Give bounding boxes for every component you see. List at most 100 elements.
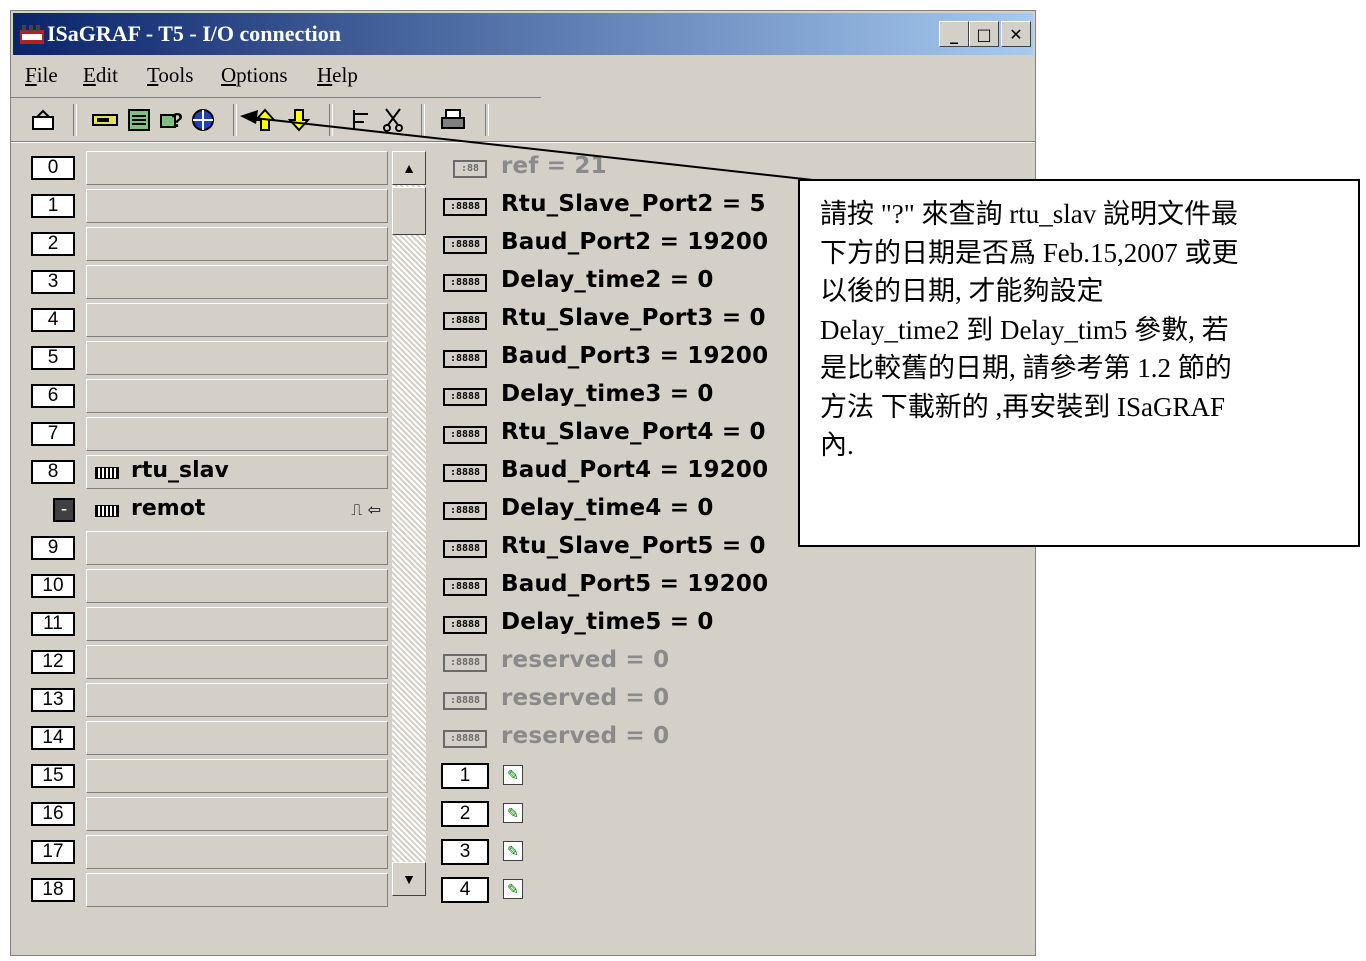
channel-number[interactable]: 1 xyxy=(441,763,489,789)
help-query-icon[interactable]: ? xyxy=(159,106,187,134)
edit-icon[interactable]: ✎ xyxy=(503,803,523,823)
parameter-text: Baud_Port4 = 19200 xyxy=(501,457,769,483)
app-icon xyxy=(20,25,44,44)
parameter-icon: :8888 xyxy=(443,692,487,710)
slot-row[interactable] xyxy=(86,417,388,451)
channel-number[interactable]: 4 xyxy=(441,877,489,903)
parameter-icon: :8888 xyxy=(443,312,487,330)
edit-icon[interactable]: ✎ xyxy=(503,879,523,899)
callout-line: 方法 下載新的 ,再安裝到 ISaGRAF xyxy=(820,391,1226,422)
slot-row[interactable] xyxy=(86,797,388,831)
menu-bar: File Edit Tools Options Help xyxy=(11,59,1035,95)
menu-file[interactable]: File xyxy=(25,63,58,88)
slot-number[interactable]: 5 xyxy=(31,346,75,370)
globe-icon[interactable] xyxy=(189,106,217,134)
open-icon[interactable] xyxy=(29,106,57,134)
parameter-icon: :88 xyxy=(453,160,487,178)
slot-number[interactable]: 15 xyxy=(31,764,75,788)
callout-line: 請按 "?" 來查詢 rtu_slav 說明文件最 xyxy=(820,199,1239,229)
slot-number[interactable]: 11 xyxy=(31,612,75,636)
slot-number[interactable]: 4 xyxy=(31,308,75,332)
callout-line: 是比較舊的日期, 請參考第 1.2 節的 xyxy=(820,353,1232,383)
slot-number[interactable]: 17 xyxy=(31,840,75,864)
parameter-icon: :8888 xyxy=(443,578,487,596)
slot-row[interactable]: remot ⎍ ⇦ xyxy=(86,493,388,527)
parameter-text: Baud_Port3 = 19200 xyxy=(501,343,769,369)
parameter-text: Baud_Port2 = 19200 xyxy=(501,229,769,255)
slot-row[interactable] xyxy=(86,645,388,679)
svg-text:?: ? xyxy=(171,110,183,132)
slot-number[interactable]: 9 xyxy=(31,536,75,560)
parameter-icon: :8888 xyxy=(443,502,487,520)
slot-row[interactable] xyxy=(86,569,388,603)
slot-number[interactable]: 2 xyxy=(31,232,75,256)
toolbar-separator xyxy=(73,104,77,136)
slot-row[interactable] xyxy=(86,151,388,185)
print-icon[interactable] xyxy=(439,106,467,134)
channel-number[interactable]: 3 xyxy=(441,839,489,865)
parameter-text: Delay_time2 = 0 xyxy=(501,267,714,293)
slot-number[interactable]: 18 xyxy=(31,878,75,902)
tree-icon[interactable] xyxy=(347,106,375,134)
slot-number[interactable]: 6 xyxy=(31,384,75,408)
scroll-thumb[interactable] xyxy=(392,187,426,235)
parameter-icon: :8888 xyxy=(443,540,487,558)
slot-number[interactable]: 10 xyxy=(31,574,75,598)
menu-options[interactable]: Options xyxy=(221,63,288,88)
edit-icon[interactable]: ✎ xyxy=(503,841,523,861)
slot-row[interactable] xyxy=(86,759,388,793)
slot-number[interactable]: - xyxy=(53,498,75,522)
slot-row[interactable] xyxy=(86,873,388,907)
slot-row[interactable] xyxy=(86,721,388,755)
slot-number[interactable]: 1 xyxy=(31,194,75,218)
parameter-text: Delay_time3 = 0 xyxy=(501,381,714,407)
parameter-icon: :8888 xyxy=(443,236,487,254)
parameter-text: Rtu_Slave_Port3 = 0 xyxy=(501,305,766,331)
menu-edit[interactable]: Edit xyxy=(83,63,118,88)
slot-row[interactable] xyxy=(86,303,388,337)
slot-row[interactable] xyxy=(86,683,388,717)
slot-row[interactable] xyxy=(86,379,388,413)
scroll-up-button[interactable]: ▲ xyxy=(392,151,426,185)
slot-label: rtu_slav xyxy=(131,458,229,483)
divider xyxy=(11,141,1035,143)
scroll-down-button[interactable]: ▼ xyxy=(392,862,426,896)
parameter-text: Delay_time5 = 0 xyxy=(501,609,714,635)
slot-number[interactable]: 12 xyxy=(31,650,75,674)
slot-number[interactable]: 0 xyxy=(31,156,75,180)
io-board-icon[interactable] xyxy=(125,106,153,134)
slot-number[interactable]: 8 xyxy=(31,460,75,484)
slot-number[interactable]: 16 xyxy=(31,802,75,826)
menu-tools[interactable]: Tools xyxy=(147,63,193,88)
toolbar-separator xyxy=(329,104,333,136)
vertical-scrollbar[interactable]: ▲ ▼ xyxy=(392,151,426,896)
slot-row[interactable] xyxy=(86,607,388,641)
slot-number[interactable]: 7 xyxy=(31,422,75,446)
close-button[interactable]: ✕ xyxy=(1001,21,1031,47)
menu-help[interactable]: Help xyxy=(317,63,358,88)
cut-icon[interactable] xyxy=(379,106,407,134)
parameter-icon: :8888 xyxy=(443,616,487,634)
maximize-button[interactable]: □ xyxy=(969,21,999,47)
channel-number[interactable]: 2 xyxy=(441,801,489,827)
slot-row[interactable] xyxy=(86,265,388,299)
slot-row[interactable] xyxy=(86,341,388,375)
slot-number[interactable]: 13 xyxy=(31,688,75,712)
slot-row[interactable]: rtu_slav xyxy=(86,455,388,489)
parameter-icon: :8888 xyxy=(443,464,487,482)
slot-number[interactable]: 3 xyxy=(31,270,75,294)
title-bar[interactable]: ISaGRAF - T5 - I/O connection _ □ ✕ xyxy=(13,13,1033,55)
slot-row[interactable] xyxy=(86,835,388,869)
edit-icon[interactable]: ✎ xyxy=(503,765,523,785)
board-icon[interactable] xyxy=(91,106,119,134)
move-up-icon[interactable] xyxy=(251,106,279,134)
toolbar-separator xyxy=(485,104,489,136)
slot-row[interactable] xyxy=(86,227,388,261)
move-down-icon[interactable] xyxy=(285,106,313,134)
parameter-icon: :8888 xyxy=(443,654,487,672)
callout-line: Delay_time2 到 Delay_tim5 參數, 若 xyxy=(820,314,1229,345)
slot-row[interactable] xyxy=(86,189,388,223)
slot-row[interactable] xyxy=(86,531,388,565)
minimize-button[interactable]: _ xyxy=(939,21,969,47)
slot-number[interactable]: 14 xyxy=(31,726,75,750)
